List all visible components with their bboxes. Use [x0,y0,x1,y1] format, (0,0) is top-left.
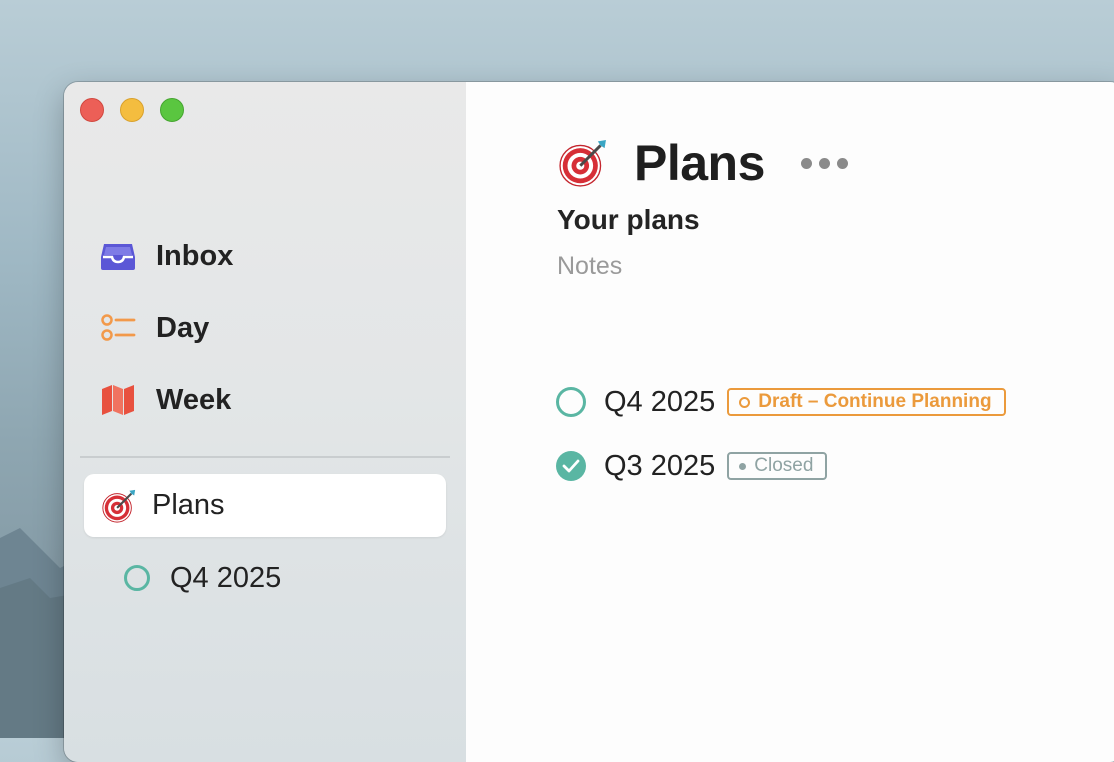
sidebar-item-label: Inbox [156,239,234,272]
more-dot-icon [818,157,830,169]
checkmark-icon [562,459,580,473]
minimize-button[interactable] [120,98,144,122]
sidebar-item-week[interactable]: Week [100,380,231,420]
close-button[interactable] [80,98,104,122]
sidebar-item-label: Week [156,383,232,416]
more-options-button[interactable] [800,157,848,169]
sidebar-item-label: Plans [152,489,225,521]
sidebar-item-day[interactable]: Day [100,308,209,348]
status-badge-label: Draft – Continue Planning [758,391,992,412]
sidebar-item-label: Q4 2025 [170,561,282,594]
sidebar-item-label: Day [156,311,210,344]
dart-target-icon [559,140,606,187]
status-badge-label: Closed [754,455,814,476]
status-dot-icon [739,462,747,470]
task-checkbox[interactable] [556,451,586,481]
status-badge[interactable]: Draft – Continue Planning [727,388,1006,416]
window-controls [80,98,184,122]
zoom-button[interactable] [160,98,184,122]
sidebar-item-q4-2025[interactable]: Q4 2025 [124,560,281,596]
more-dot-icon [836,157,848,169]
sidebar-item-plans[interactable]: Plans [84,474,446,537]
checklist-icon [100,308,140,348]
task-checkbox[interactable] [556,387,586,417]
app-window: Inbox Day Week Plans Q4 2025 Plans Your … [64,82,1114,762]
task-name: Q3 2025 [604,449,716,482]
page-header: Plans [556,134,848,192]
task-name: Q4 2025 [604,385,716,418]
page-subtitle[interactable]: Your plans [557,204,700,236]
task-row[interactable]: Q4 2025 Draft – Continue Planning [556,384,1006,420]
open-circle-icon [124,565,150,591]
sidebar-divider [80,456,450,458]
page-title: Plans [634,135,765,191]
notes-field[interactable]: Notes [557,252,622,281]
inbox-icon [100,236,140,276]
sidebar-item-inbox[interactable]: Inbox [100,236,233,276]
sidebar: Inbox Day Week Plans Q4 2025 [64,82,466,762]
task-row[interactable]: Q3 2025 Closed [556,448,828,484]
map-icon [100,380,140,420]
status-badge[interactable]: Closed [727,452,828,480]
status-dot-icon [739,396,751,408]
more-dot-icon [800,157,812,169]
main-content: Plans Your plans Notes Q4 2025 Draft – C… [466,82,1114,762]
dart-target-icon [102,489,136,523]
